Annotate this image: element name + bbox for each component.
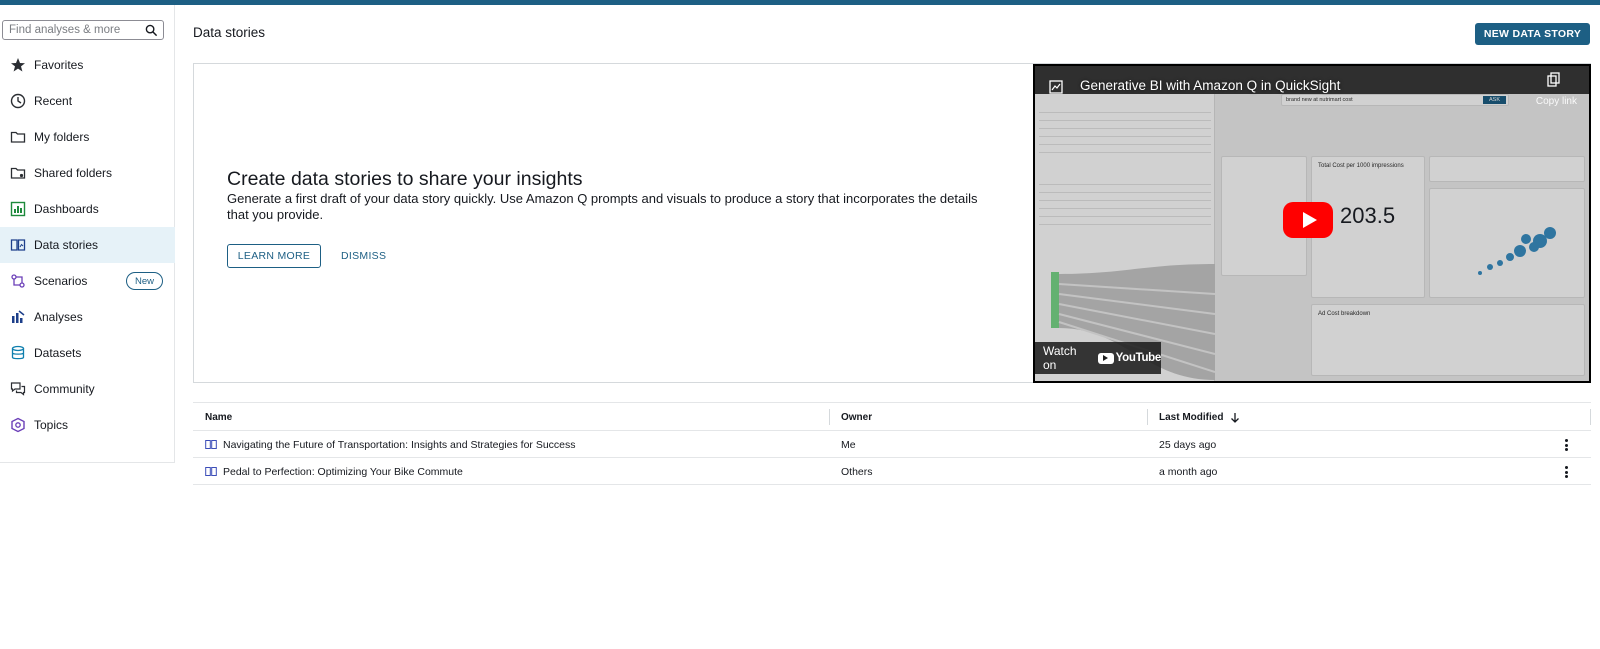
sidebar-item-datasets[interactable]: Datasets	[0, 335, 175, 371]
sidebar-item-label: Scenarios	[34, 274, 88, 288]
play-icon	[1302, 212, 1317, 228]
watch-on-label: Watch on	[1043, 344, 1077, 372]
intro-banner: Create data stories to share your insigh…	[193, 63, 1591, 383]
column-header-owner[interactable]: Owner	[841, 412, 872, 423]
story-last-modified: a month ago	[1159, 466, 1218, 478]
banner-title: Create data stories to share your insigh…	[227, 168, 583, 190]
community-icon	[9, 380, 27, 398]
table-row[interactable]: Pedal to Perfection: Optimizing Your Bik…	[193, 458, 1591, 485]
sidebar-item-label: Shared folders	[34, 166, 113, 180]
datasets-icon	[9, 344, 27, 362]
story-name-link[interactable]: Pedal to Perfection: Optimizing Your Bik…	[223, 466, 463, 478]
video-player[interactable]: brand new at nutrimart cost ASK Total Co…	[1033, 64, 1591, 383]
sidebar-item-analyses[interactable]: Analyses	[0, 299, 175, 335]
sidebar-item-shared-folders[interactable]: Shared folders	[0, 155, 175, 191]
column-divider[interactable]	[829, 409, 830, 425]
channel-icon	[1049, 80, 1063, 94]
video-title[interactable]: Generative BI with Amazon Q in QuickSigh…	[1080, 78, 1340, 93]
copy-link-icon[interactable]	[1547, 72, 1561, 88]
shared-folder-icon	[9, 164, 27, 182]
search-icon[interactable]	[145, 24, 158, 37]
play-button[interactable]	[1283, 202, 1333, 238]
sidebar-item-my-folders[interactable]: My folders	[0, 119, 175, 155]
page-title: Data stories	[193, 25, 266, 40]
story-name-link[interactable]: Navigating the Future of Transportation:…	[223, 439, 576, 451]
sidebar-item-label: My folders	[34, 130, 90, 144]
youtube-wordmark: YouTube	[1115, 352, 1162, 364]
sidebar-item-data-stories[interactable]: Data stories	[0, 227, 175, 263]
sidebar-item-community[interactable]: Community	[0, 371, 175, 407]
copy-link-label[interactable]: Copy link	[1536, 96, 1577, 107]
new-badge: New	[125, 272, 163, 290]
dismiss-button[interactable]: DISMISS	[341, 244, 386, 268]
table-row[interactable]: Navigating the Future of Transportation:…	[193, 431, 1591, 458]
table-header: Name Owner Last Modified	[193, 402, 1591, 431]
sidebar-item-label: Dashboards	[34, 202, 99, 216]
video-big-value: 203.5	[1340, 203, 1396, 228]
dashboard-icon	[9, 200, 27, 218]
top-accent-bar	[0, 0, 1600, 5]
column-divider[interactable]	[1147, 409, 1148, 425]
data-story-icon	[205, 467, 217, 476]
scenarios-icon	[9, 272, 27, 290]
topics-icon	[9, 416, 27, 434]
sidebar-item-label: Analyses	[34, 310, 83, 324]
new-data-story-button[interactable]: NEW DATA STORY	[1475, 23, 1590, 45]
column-header-last-modified[interactable]: Last Modified	[1159, 412, 1223, 423]
story-owner: Me	[841, 439, 856, 451]
sidebar-item-label: Data stories	[34, 238, 99, 252]
sidebar-item-label: Datasets	[34, 346, 82, 360]
star-icon	[9, 56, 27, 74]
sidebar-item-recent[interactable]: Recent	[0, 83, 175, 119]
search-input[interactable]	[9, 24, 139, 36]
sidebar-item-topics[interactable]: Topics	[0, 407, 175, 443]
sidebar-item-favorites[interactable]: Favorites	[0, 47, 175, 83]
sidebar-item-scenarios[interactable]: Scenarios New	[0, 263, 175, 299]
sidebar-item-label: Community	[34, 382, 95, 396]
column-header-name[interactable]: Name	[205, 412, 232, 423]
sidebar-item-label: Recent	[34, 94, 73, 108]
youtube-logo-icon: YouTube	[1097, 352, 1162, 364]
row-actions-menu-icon[interactable]	[1561, 464, 1571, 480]
story-last-modified: 25 days ago	[1159, 439, 1217, 451]
column-divider	[1590, 409, 1591, 425]
search-box[interactable]	[2, 20, 164, 40]
row-actions-menu-icon[interactable]	[1561, 437, 1571, 453]
sidebar-item-label: Topics	[34, 418, 69, 432]
data-story-icon	[205, 440, 217, 449]
data-story-icon	[9, 236, 27, 254]
video-thumbnail: brand new at nutrimart cost ASK Total Co…	[1035, 66, 1589, 381]
watch-on-youtube[interactable]: Watch on YouTube	[1035, 342, 1161, 374]
story-owner: Others	[841, 466, 873, 478]
sidebar-item-label: Favorites	[34, 58, 84, 72]
clock-icon	[9, 92, 27, 110]
sidebar-item-dashboards[interactable]: Dashboards	[0, 191, 175, 227]
analyses-icon	[9, 308, 27, 326]
sidebar: Favorites Recent My folders Shared folde…	[0, 5, 175, 463]
sort-descending-icon[interactable]	[1230, 412, 1240, 423]
learn-more-button[interactable]: LEARN MORE	[227, 244, 321, 268]
folder-icon	[9, 128, 27, 146]
banner-description: Generate a first draft of your data stor…	[227, 191, 978, 222]
